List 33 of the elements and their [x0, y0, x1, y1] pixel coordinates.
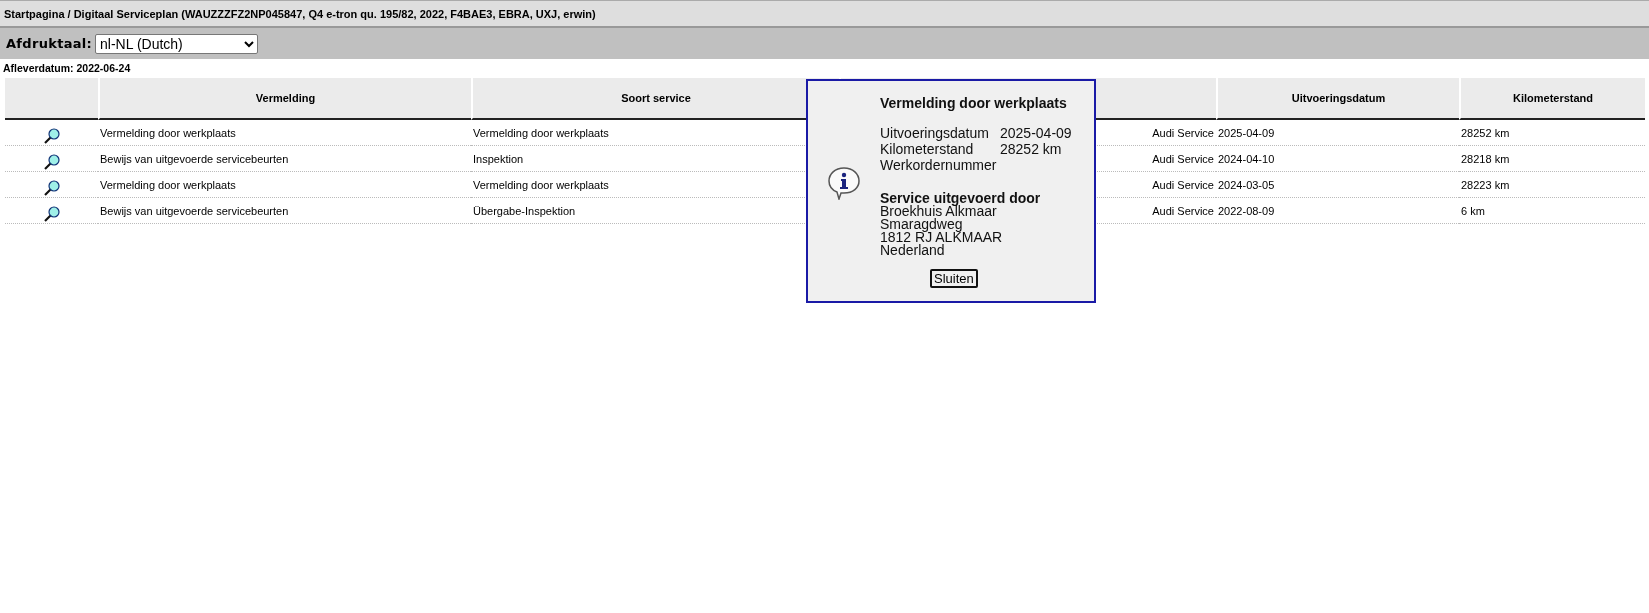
- table-cell: Bewijs van uitgevoerde servicebeurten: [98, 198, 471, 224]
- print-language-label: Afdruktaal:: [6, 36, 93, 51]
- table-cell: 2022-08-09: [1216, 198, 1459, 224]
- magnifier-icon[interactable]: [42, 178, 61, 197]
- delivery-date: Afleverdatum: 2022-06-24: [2, 61, 132, 76]
- provider-address-line: Broekhuis Alkmaar: [880, 205, 997, 218]
- table-cell: 2024-04-10: [1216, 146, 1459, 172]
- field-value: 2025-04-09: [1000, 125, 1072, 141]
- table-cell: 2025-04-09: [1216, 120, 1459, 146]
- table-cell: 6 km: [1459, 198, 1645, 224]
- magnifier-icon[interactable]: [42, 126, 61, 145]
- column-header: Vermelding: [98, 78, 471, 120]
- table-cell: 2024-03-05: [1216, 172, 1459, 198]
- breadcrumb: Startpagina / Digitaal Serviceplan (WAUZZZFZ2NP045847, Q4 e-tron qu. 195/82, 2022, F4BAE3, EBRA, UXJ, erwin): [0, 0, 1649, 28]
- table-cell: Vermelding door werkplaats: [98, 172, 471, 198]
- magnifier-icon[interactable]: [42, 204, 61, 223]
- column-header: Uitvoeringsdatum: [1216, 78, 1459, 120]
- table-cell: Vermelding door werkplaats: [98, 120, 471, 146]
- table-cell: 28252 km: [1459, 120, 1645, 146]
- provider-address-line: Nederland: [880, 244, 946, 257]
- magnifier-icon[interactable]: [42, 152, 61, 171]
- dialog-title: Vermelding door werkplaats: [880, 95, 1068, 111]
- table-cell: 28218 km: [1459, 146, 1645, 172]
- column-header: Kilometerstand: [1459, 78, 1645, 120]
- close-button[interactable]: Sluiten: [930, 269, 978, 288]
- print-language-select[interactable]: nl-NL (Dutch): [95, 33, 259, 54]
- table-cell: Bewijs van uitgevoerde servicebeurten: [98, 146, 471, 172]
- provider-address-line: 1812 RJ ALKMAAR: [880, 231, 1004, 244]
- field-label: Werkordernummer: [880, 157, 998, 173]
- column-header: Soort service: [471, 78, 839, 120]
- field-label: Uitvoeringsdatum: [880, 125, 990, 141]
- table-cell: 28223 km: [1459, 172, 1645, 198]
- info-speech-bubble-icon: [827, 166, 861, 200]
